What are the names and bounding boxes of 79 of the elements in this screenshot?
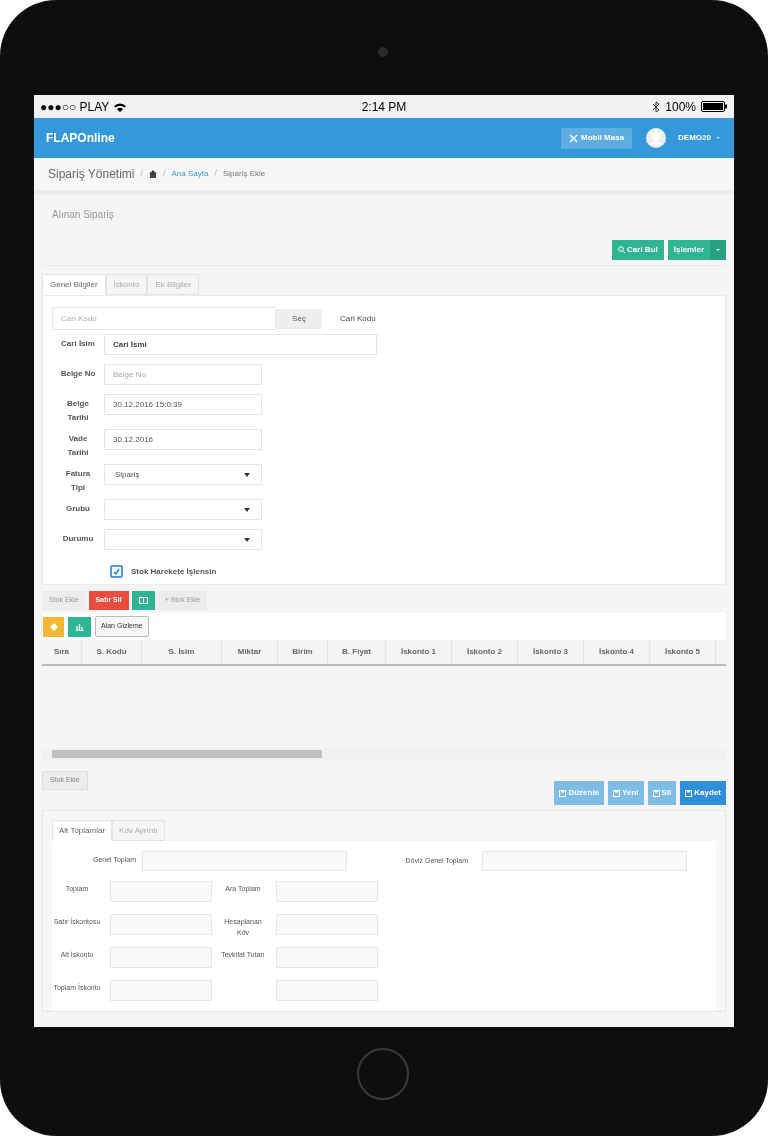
check-icon bbox=[113, 568, 120, 575]
wifi-icon bbox=[113, 101, 128, 112]
column-header[interactable]: S. Kodu bbox=[82, 640, 142, 664]
column-header[interactable]: Sıra bbox=[42, 640, 82, 664]
breadcrumb-separator: / bbox=[214, 167, 217, 181]
chart-button[interactable] bbox=[68, 616, 91, 637]
column-header[interactable]: S. İsim bbox=[142, 640, 222, 664]
battery-percent: 100% bbox=[665, 98, 696, 116]
camera-icon bbox=[378, 47, 388, 57]
input-field[interactable]: Cari İsmi bbox=[104, 334, 377, 355]
page-title: Sipariş Yönetimi bbox=[48, 166, 135, 183]
field-label: Cari İsim bbox=[60, 338, 96, 350]
save-icon bbox=[652, 789, 660, 797]
input-field[interactable] bbox=[276, 914, 378, 935]
input-field[interactable] bbox=[110, 881, 212, 902]
checkbox-label: Stok Harekete İşlensin bbox=[131, 565, 217, 578]
field-label: Vade Tarihi bbox=[66, 433, 90, 459]
home-icon bbox=[149, 170, 157, 178]
save-icon bbox=[613, 789, 621, 797]
input-field[interactable] bbox=[276, 881, 378, 902]
caret-icon bbox=[714, 134, 722, 142]
clock-text: 2:14 PM bbox=[360, 98, 408, 116]
tab[interactable]: Genel Bilgiler bbox=[42, 274, 106, 295]
select-field[interactable] bbox=[104, 529, 262, 550]
bluetooth-icon bbox=[652, 100, 661, 113]
breadcrumb-link[interactable]: Ana Sayfa bbox=[171, 168, 209, 180]
select-field[interactable]: Sipariş bbox=[104, 464, 262, 485]
breadcrumb-current: Sipariş Ekle bbox=[222, 168, 266, 180]
column-header[interactable]: İskonto 5 bbox=[650, 640, 716, 664]
select-button[interactable]: Seç bbox=[276, 308, 322, 329]
column-header[interactable]: İskonto 2 bbox=[452, 640, 518, 664]
column-header[interactable]: İskonto 1 bbox=[386, 640, 452, 664]
bar-chart-icon bbox=[75, 622, 84, 631]
input-field[interactable]: Belge No bbox=[104, 364, 262, 385]
input-field[interactable]: 30.12.2016 15:0:39 bbox=[104, 394, 262, 415]
user-menu[interactable]: DEMO20 bbox=[678, 132, 711, 144]
settings-button[interactable] bbox=[43, 616, 64, 637]
column-header[interactable]: B. Fiyat bbox=[328, 640, 386, 664]
field-label: Belge No bbox=[59, 368, 97, 380]
home-button[interactable] bbox=[357, 1048, 409, 1100]
carrier-text: ●●●○○ PLAY bbox=[40, 98, 110, 116]
input-field[interactable] bbox=[482, 851, 687, 871]
column-header[interactable]: İskonto 3 bbox=[518, 640, 584, 664]
avatar-icon bbox=[646, 128, 667, 148]
field-label: Fatura Tipi bbox=[64, 468, 92, 494]
grid-icon bbox=[138, 596, 148, 604]
tab[interactable]: Alt Toplamlar bbox=[52, 820, 113, 841]
input-field[interactable] bbox=[142, 851, 347, 871]
breadcrumb-separator: / bbox=[140, 167, 143, 181]
account-code-field[interactable]: Cari Kodu bbox=[52, 307, 276, 330]
column-header[interactable]: Birim bbox=[278, 640, 328, 664]
field-label: Grubu bbox=[65, 503, 91, 515]
input-field[interactable]: 30.12.2016 bbox=[104, 429, 262, 450]
field-label: Belge Tarihi bbox=[66, 398, 90, 424]
account-code-label: Cari Kodu bbox=[340, 312, 376, 325]
column-header[interactable]: Miktar bbox=[222, 640, 278, 664]
battery-icon bbox=[701, 101, 728, 112]
field-label: Durumu bbox=[61, 533, 95, 545]
column-header[interactable]: İskonto 4 bbox=[584, 640, 650, 664]
caret-icon bbox=[243, 505, 251, 514]
caret-icon bbox=[243, 535, 251, 544]
form-action-button[interactable]: Kaydet bbox=[680, 781, 726, 805]
input-field[interactable] bbox=[110, 980, 212, 1001]
save-icon bbox=[685, 789, 693, 797]
input-field[interactable] bbox=[110, 947, 212, 968]
checkbox[interactable] bbox=[110, 565, 123, 578]
save-icon bbox=[559, 789, 567, 797]
breadcrumb-separator: / bbox=[163, 167, 166, 181]
input-field[interactable] bbox=[110, 914, 212, 935]
diamond-icon bbox=[49, 622, 58, 631]
panel-title: Alınan Sipariş bbox=[51, 207, 115, 222]
horizontal-scrollbar[interactable] bbox=[42, 748, 726, 760]
select-field[interactable] bbox=[104, 499, 262, 520]
excel-button[interactable] bbox=[131, 590, 155, 610]
caret-icon bbox=[243, 470, 251, 479]
input-field[interactable] bbox=[276, 947, 378, 968]
input-field[interactable] bbox=[276, 980, 378, 1001]
search-icon bbox=[618, 246, 626, 253]
brand-logo: FLAPOnline bbox=[46, 130, 116, 147]
